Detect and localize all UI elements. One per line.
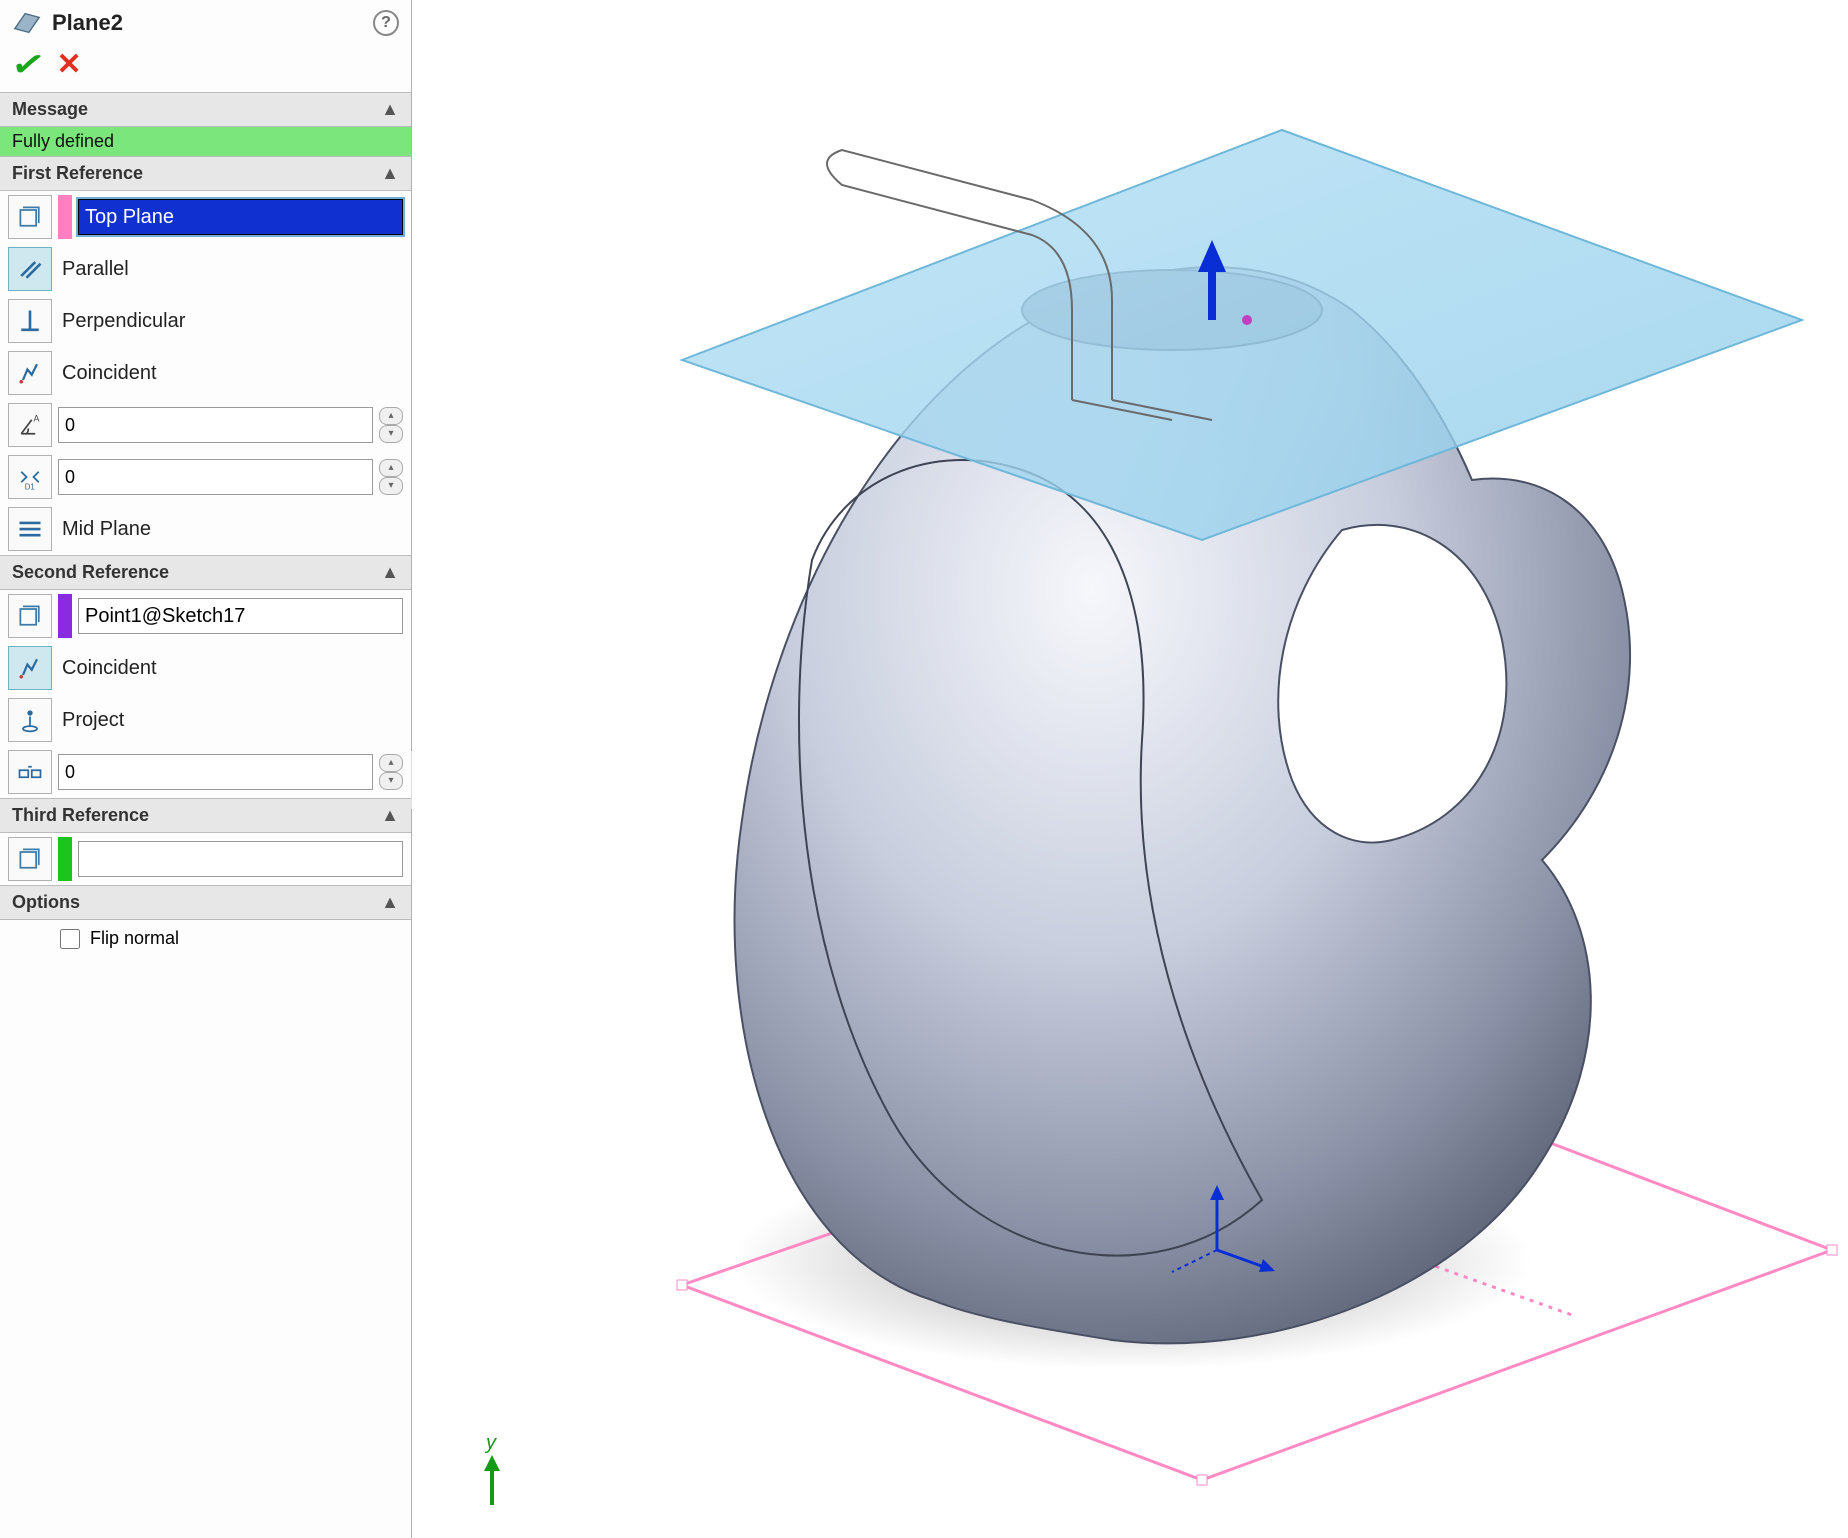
new-plane-preview[interactable]: [682, 130, 1802, 540]
constraint-label: Mid Plane: [62, 518, 151, 541]
second-reference-input[interactable]: [78, 598, 403, 634]
second-reference-selection-row: [0, 590, 411, 642]
confirm-cancel-row: ✓ ✕: [0, 42, 411, 92]
svg-text:A: A: [34, 414, 40, 424]
flip-normal-checkbox[interactable]: [60, 929, 80, 949]
face-plane-selector-icon[interactable]: [8, 594, 52, 638]
constraint-label: Parallel: [62, 258, 129, 281]
axis-y-label: y: [484, 1432, 497, 1454]
constraint-label: Coincident: [62, 657, 157, 680]
property-manager-panel: ◦ Plane2 ? ✓ ✕ Message ▲ Fully defined F…: [0, 0, 412, 1538]
section-title: First Reference: [12, 163, 143, 184]
instances-icon[interactable]: [8, 750, 52, 794]
spinner-down-button[interactable]: ▾: [379, 772, 403, 790]
sketch-point[interactable]: [1242, 315, 1252, 325]
section-title: Message: [12, 99, 88, 120]
plane-feature-icon: [12, 8, 42, 38]
second-distance-row: ▴ ▾: [0, 746, 411, 798]
flip-normal-row[interactable]: Flip normal: [0, 920, 411, 957]
spinner-up-button[interactable]: ▴: [379, 407, 403, 425]
section-title: Options: [12, 892, 80, 913]
constraint-label: Perpendicular: [62, 310, 185, 333]
angle-icon[interactable]: A: [8, 403, 52, 447]
section-header-options[interactable]: Options ▲: [0, 885, 411, 920]
selection-color-swatch: [58, 837, 72, 881]
third-reference-input[interactable]: [78, 841, 403, 877]
constraint-label: Project: [62, 709, 124, 732]
section-header-first-reference[interactable]: First Reference ▲: [0, 156, 411, 191]
graphics-viewport[interactable]: Top Plane: [412, 0, 1848, 1538]
spinner-buttons: ▴ ▾: [379, 754, 403, 790]
section-header-second-reference[interactable]: Second Reference ▲: [0, 555, 411, 590]
third-reference-selection-row: [0, 833, 411, 885]
section-header-message[interactable]: Message ▲: [0, 92, 411, 127]
section-title: Third Reference: [12, 805, 149, 826]
spinner-buttons: ▴ ▾: [379, 459, 403, 495]
midplane-icon[interactable]: [8, 507, 52, 551]
second-distance-input[interactable]: [58, 754, 373, 790]
chevron-up-icon: ▲: [381, 163, 399, 184]
spinner-up-button[interactable]: ▴: [379, 754, 403, 772]
constraint-project[interactable]: Project: [0, 694, 411, 746]
first-reference-input[interactable]: [78, 199, 403, 235]
parallel-icon[interactable]: [8, 247, 52, 291]
angle-offset-row: A ▴ ▾: [0, 399, 411, 451]
project-icon[interactable]: [8, 698, 52, 742]
panel-header: Plane2 ?: [0, 0, 411, 42]
section-header-third-reference[interactable]: Third Reference ▲: [0, 798, 411, 833]
spinner-down-button[interactable]: ▾: [379, 425, 403, 443]
constraint-label: Coincident: [62, 362, 157, 385]
coincident-icon[interactable]: [8, 646, 52, 690]
cancel-button[interactable]: ✕: [57, 50, 82, 80]
distance-offset-row: D1 ▴ ▾: [0, 451, 411, 503]
constraint-midplane[interactable]: Mid Plane: [0, 503, 411, 555]
coincident-icon[interactable]: [8, 351, 52, 395]
constraint-coincident-second[interactable]: Coincident: [0, 642, 411, 694]
chevron-up-icon: ▲: [381, 805, 399, 826]
chevron-up-icon: ▲: [381, 892, 399, 913]
ok-button[interactable]: ✓: [8, 46, 48, 84]
constraint-coincident[interactable]: Coincident: [0, 347, 411, 399]
svg-text:D1: D1: [25, 482, 35, 491]
first-reference-selection-row: [0, 191, 411, 243]
constraint-parallel[interactable]: Parallel: [0, 243, 411, 295]
coordinate-system-triad: y: [484, 1432, 500, 1505]
distance-icon[interactable]: D1: [8, 455, 52, 499]
section-title: Second Reference: [12, 562, 169, 583]
spinner-buttons: ▴ ▾: [379, 407, 403, 443]
flip-normal-label: Flip normal: [90, 928, 179, 949]
selection-color-swatch: [58, 195, 72, 239]
constraint-perpendicular[interactable]: Perpendicular: [0, 295, 411, 347]
angle-offset-input[interactable]: [58, 407, 373, 443]
distance-offset-input[interactable]: [58, 459, 373, 495]
chevron-up-icon: ▲: [381, 562, 399, 583]
help-icon[interactable]: ?: [373, 10, 399, 36]
spinner-down-button[interactable]: ▾: [379, 477, 403, 495]
face-plane-selector-icon[interactable]: [8, 837, 52, 881]
feature-name: Plane2: [52, 10, 373, 36]
perpendicular-icon[interactable]: [8, 299, 52, 343]
face-plane-selector-icon[interactable]: [8, 195, 52, 239]
selection-color-swatch: [58, 594, 72, 638]
chevron-up-icon: ▲: [381, 99, 399, 120]
spinner-up-button[interactable]: ▴: [379, 459, 403, 477]
status-message: Fully defined: [0, 127, 411, 156]
